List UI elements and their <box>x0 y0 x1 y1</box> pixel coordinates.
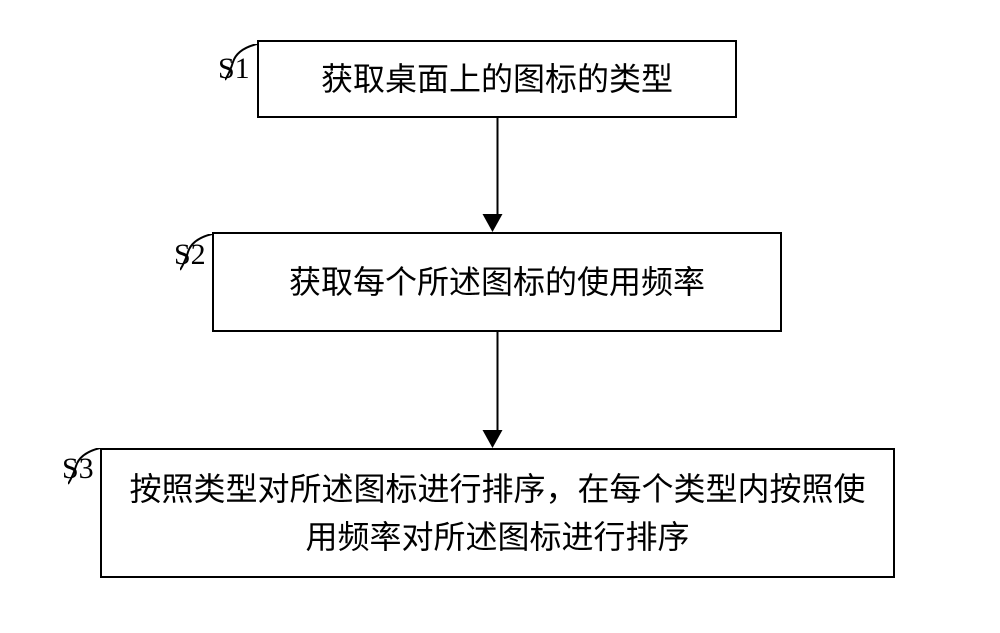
step-box-s1: 获取桌面上的图标的类型 <box>257 40 737 118</box>
step-text-s3: 按照类型对所述图标进行排序，在每个类型内按照使用频率对所述图标进行排序 <box>122 465 873 561</box>
arrow-s1-s2 <box>492 118 503 232</box>
step-label-s3: S3 <box>62 452 94 486</box>
step-box-s3: 按照类型对所述图标进行排序，在每个类型内按照使用频率对所述图标进行排序 <box>100 448 895 578</box>
step-label-s2: S2 <box>174 238 206 272</box>
step-text-s1: 获取桌面上的图标的类型 <box>321 55 673 103</box>
step-label-s1: S1 <box>218 52 250 86</box>
step-text-s2: 获取每个所述图标的使用频率 <box>289 258 705 306</box>
step-box-s2: 获取每个所述图标的使用频率 <box>212 232 782 332</box>
arrow-s2-s3 <box>492 332 503 448</box>
flowchart-diagram: S1 获取桌面上的图标的类型 S2 获取每个所述图标的使用频率 S3 按照类型对… <box>0 0 1000 633</box>
